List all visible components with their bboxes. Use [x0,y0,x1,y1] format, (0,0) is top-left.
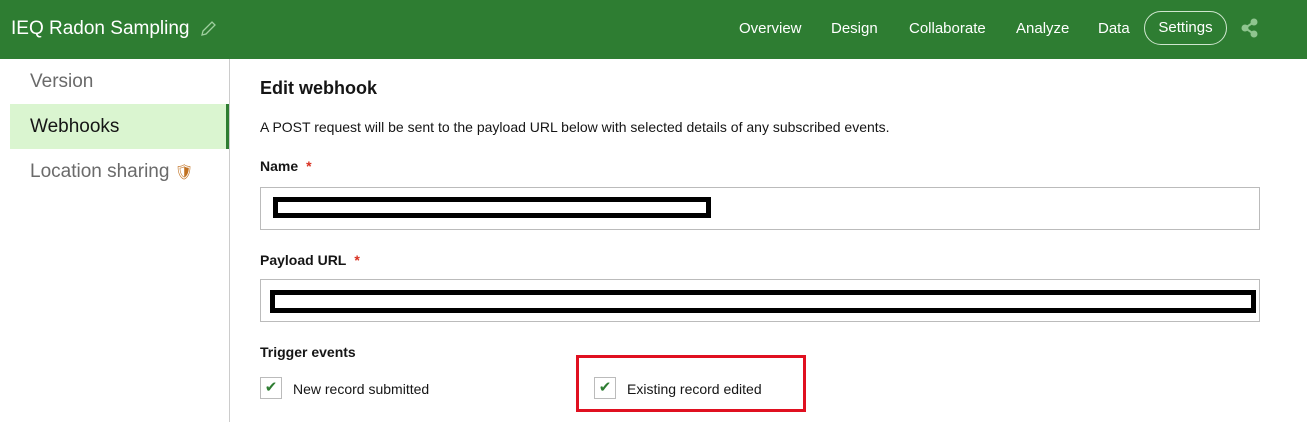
trigger-events-label: Trigger events [260,344,356,360]
page-title: Edit webhook [260,78,377,98]
nav-analyze[interactable]: Analyze [1016,20,1069,37]
redacted-value [273,197,711,218]
nav-design[interactable]: Design [831,20,878,37]
sidebar-item-version[interactable]: Version [10,59,229,104]
edit-pencil-icon[interactable] [199,20,217,38]
sidebar-item-label: Location sharing [30,161,170,182]
sidebar: Version Webhooks Location sharing 🛡 [0,59,230,422]
sidebar-item-location-sharing[interactable]: Location sharing 🛡 [10,149,229,194]
new-record-checkbox[interactable]: ✔ [260,377,282,399]
description: A POST request will be sent to the paylo… [260,119,890,135]
top-bar: IEQ Radon Sampling Overview Design Colla… [0,0,1307,59]
payload-url-input[interactable] [260,279,1260,322]
name-label: Name * [260,158,312,174]
nav-overview[interactable]: Overview [739,20,802,37]
name-input[interactable] [260,187,1260,230]
redacted-value [270,290,1256,313]
survey-title: IEQ Radon Sampling [11,18,190,39]
payload-url-label: Payload URL * [260,252,360,268]
nav-data[interactable]: Data [1098,20,1130,37]
highlight-box [576,355,806,412]
new-record-label: New record submitted [293,381,430,397]
device-shield-icon: 🛡 [174,164,194,181]
nav-settings[interactable]: Settings [1144,11,1227,45]
sidebar-item-webhooks[interactable]: Webhooks [10,104,229,149]
nav-collaborate[interactable]: Collaborate [909,20,986,37]
share-icon[interactable] [1240,18,1260,38]
